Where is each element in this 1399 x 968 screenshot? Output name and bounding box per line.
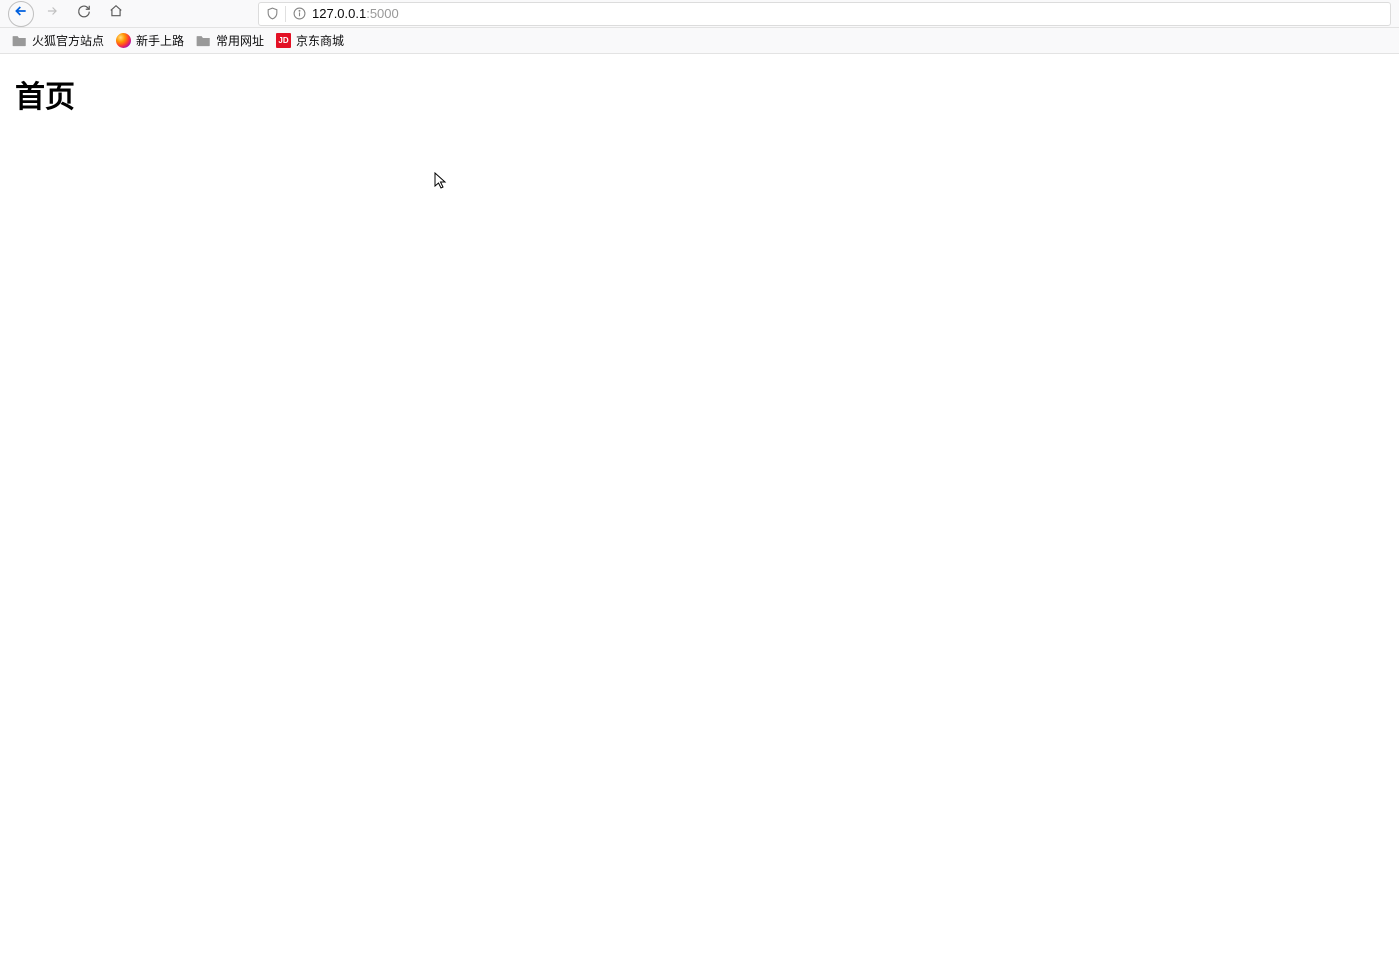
folder-icon: [196, 33, 211, 48]
arrow-left-icon: [13, 3, 29, 24]
page-heading: 首页: [15, 72, 1384, 116]
address-port: :5000: [366, 6, 399, 21]
bookmark-firefox-official[interactable]: 火狐官方站点: [12, 32, 104, 49]
info-icon[interactable]: [292, 7, 306, 21]
bookmark-label: 京东商城: [296, 32, 344, 49]
mouse-cursor-icon: [434, 172, 448, 195]
firefox-icon: [116, 33, 131, 48]
address-divider: [285, 6, 286, 22]
jd-icon: JD: [276, 33, 291, 48]
folder-icon: [12, 33, 27, 48]
address-bar[interactable]: 127.0.0.1:5000: [258, 2, 1391, 26]
bookmark-getting-started[interactable]: 新手上路: [116, 32, 184, 49]
bookmarks-bar: 火狐官方站点 新手上路 常用网址 JD 京东商城: [0, 28, 1399, 54]
back-button[interactable]: [8, 1, 34, 27]
bookmark-label: 火狐官方站点: [32, 32, 104, 49]
navigation-toolbar: 127.0.0.1:5000: [0, 0, 1399, 28]
bookmark-label: 常用网址: [216, 32, 264, 49]
page-content: 首页: [0, 54, 1399, 134]
bookmark-jd[interactable]: JD 京东商城: [276, 32, 344, 49]
bookmark-label: 新手上路: [136, 32, 184, 49]
shield-icon[interactable]: [265, 7, 279, 21]
forward-button[interactable]: [38, 2, 66, 26]
address-host: 127.0.0.1: [312, 6, 366, 21]
home-button[interactable]: [102, 2, 130, 26]
arrow-right-icon: [45, 4, 59, 23]
address-text: 127.0.0.1:5000: [312, 6, 399, 21]
reload-button[interactable]: [70, 2, 98, 26]
reload-icon: [77, 4, 91, 23]
bookmark-common-urls[interactable]: 常用网址: [196, 32, 264, 49]
home-icon: [109, 4, 123, 23]
